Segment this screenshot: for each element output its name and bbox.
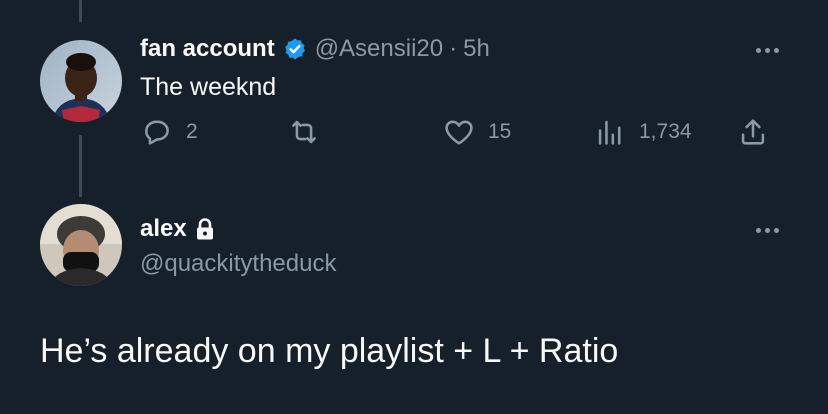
- reply-text: He’s already on my playlist + L + Ratio: [40, 332, 619, 370]
- avatar[interactable]: [40, 40, 122, 122]
- like-button[interactable]: 15: [442, 115, 511, 149]
- views-button[interactable]: 1,734: [593, 115, 692, 149]
- share-button[interactable]: [736, 115, 770, 149]
- retweet-icon: [287, 115, 321, 149]
- thread-line-top: [79, 0, 82, 22]
- reply-more-icon[interactable]: [756, 228, 779, 233]
- thread-line-middle: [79, 135, 82, 197]
- reply-display-name[interactable]: alex: [140, 215, 187, 243]
- tweet-text: The weeknd: [140, 73, 277, 101]
- share-icon: [736, 115, 770, 149]
- reply-avatar[interactable]: [40, 204, 122, 286]
- views-icon: [593, 115, 627, 149]
- author-display-name[interactable]: fan account: [140, 35, 275, 63]
- separator-dot: ·: [449, 35, 458, 62]
- tweet-actions: 2 15 1,734: [140, 115, 790, 155]
- reply-header: alex: [140, 215, 215, 243]
- verified-badge-icon: [283, 37, 307, 61]
- like-count: 15: [488, 120, 512, 143]
- reply-button[interactable]: 2: [140, 115, 198, 149]
- reply-icon: [140, 115, 174, 149]
- tweet-header: fan account @Asensii20 · 5h: [140, 35, 490, 63]
- heart-icon: [442, 115, 476, 149]
- author-handle[interactable]: @Asensii20: [315, 35, 443, 63]
- tweet-timestamp[interactable]: 5h: [463, 35, 490, 63]
- more-icon[interactable]: [756, 48, 779, 53]
- reply-count: 2: [186, 120, 198, 143]
- views-count: 1,734: [639, 120, 692, 143]
- retweet-button[interactable]: [287, 115, 333, 149]
- reply-handle[interactable]: @quackitytheduck: [140, 250, 336, 278]
- lock-icon: [195, 217, 215, 241]
